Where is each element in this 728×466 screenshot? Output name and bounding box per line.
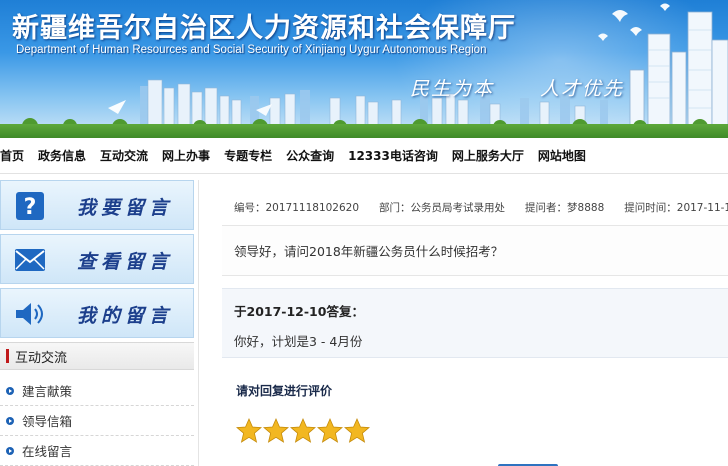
nav-government-info[interactable]: 政务信息 [38, 147, 86, 164]
message-detail: 编号：20171118102620 部门：公务员局考试录用处 提问者：梦8888… [222, 190, 728, 466]
reply-body: 你好，计划是3 - 4月份 [234, 334, 363, 349]
star-icon[interactable] [263, 418, 289, 444]
arrow-bullet-icon [6, 386, 14, 395]
sidebar-link-label: 建言献策 [22, 384, 73, 399]
star-icon[interactable] [290, 418, 316, 444]
slogan-left: 民生为本 [410, 78, 495, 100]
envelope-icon [13, 244, 47, 276]
nav-public-query[interactable]: 公众查询 [286, 147, 334, 164]
sidebar-link-suggestions[interactable]: 建言献策 [0, 376, 194, 406]
nav-home[interactable]: 首页 [0, 147, 24, 164]
section-title-text: 互动交流 [15, 350, 68, 366]
site-banner: 新疆维吾尔自治区人力资源和社会保障厅 Department of Human R… [0, 0, 728, 138]
arrow-bullet-icon [6, 416, 14, 425]
message-id: 编号：20171118102620 [234, 202, 360, 214]
reply-header: 于2017-12-10答复： [234, 304, 364, 319]
leave-message-label: 我要留言 [77, 197, 174, 219]
sidebar-divider [198, 180, 199, 466]
section-marker [6, 349, 9, 363]
question-icon: ? [13, 190, 47, 222]
message-time: 提问时间：2017-11-18 [624, 202, 728, 214]
message-meta: 编号：20171118102620 部门：公务员局考试录用处 提问者：梦8888… [222, 190, 728, 226]
star-icon[interactable] [317, 418, 343, 444]
banner-greenbelt [0, 124, 728, 138]
slogan-right: 人才优先 [540, 78, 625, 100]
sidebar-section-title: 互动交流 [0, 342, 194, 370]
message-department: 部门：公务员局考试录用处 [379, 202, 506, 214]
nav-site-map[interactable]: 网站地图 [538, 147, 586, 164]
sidebar-link-label: 领导信箱 [22, 414, 73, 429]
reply-box: 于2017-12-10答复： 你好，计划是3 - 4月份 [222, 288, 728, 358]
sidebar-link-label: 在线留言 [22, 444, 73, 459]
star-icon[interactable] [236, 418, 262, 444]
main-navigation: 首页 政务信息 互动交流 网上办事 专题专栏 公众查询 12333电话咨询 网上… [0, 138, 728, 174]
nav-12333-hotline[interactable]: 12333电话咨询 [348, 147, 438, 164]
sidebar: ? 我要留言 查看留言 我的留言 互动交流 建言献策 领导信箱 在线留言 [0, 180, 194, 466]
view-messages-label: 查看留言 [77, 251, 174, 273]
rating-stars [236, 418, 371, 444]
site-subtitle-english: Department of Human Resources and Social… [16, 44, 487, 56]
view-messages-button[interactable]: 查看留言 [0, 234, 194, 284]
question-text: 领导好，请问2018年新疆公务员什么时候招考？ [222, 226, 728, 276]
sidebar-link-online-message[interactable]: 在线留言 [0, 436, 194, 466]
site-title: 新疆维吾尔自治区人力资源和社会保障厅 [12, 13, 516, 44]
nav-service-hall[interactable]: 网上服务大厅 [452, 147, 524, 164]
nav-special-topics[interactable]: 专题专栏 [224, 147, 272, 164]
leave-message-button[interactable]: ? 我要留言 [0, 180, 194, 230]
svg-text:?: ? [24, 195, 37, 220]
nav-online-services[interactable]: 网上办事 [162, 147, 210, 164]
rating-title: 请对回复进行评价 [236, 384, 333, 398]
my-messages-label: 我的留言 [77, 305, 174, 327]
sidebar-link-leader-mailbox[interactable]: 领导信箱 [0, 406, 194, 436]
star-icon[interactable] [344, 418, 370, 444]
nav-interaction[interactable]: 互动交流 [100, 147, 148, 164]
speaker-icon [13, 298, 47, 330]
message-asker: 提问者：梦8888 [525, 202, 605, 214]
arrow-bullet-icon [6, 446, 14, 455]
my-messages-button[interactable]: 我的留言 [0, 288, 194, 338]
